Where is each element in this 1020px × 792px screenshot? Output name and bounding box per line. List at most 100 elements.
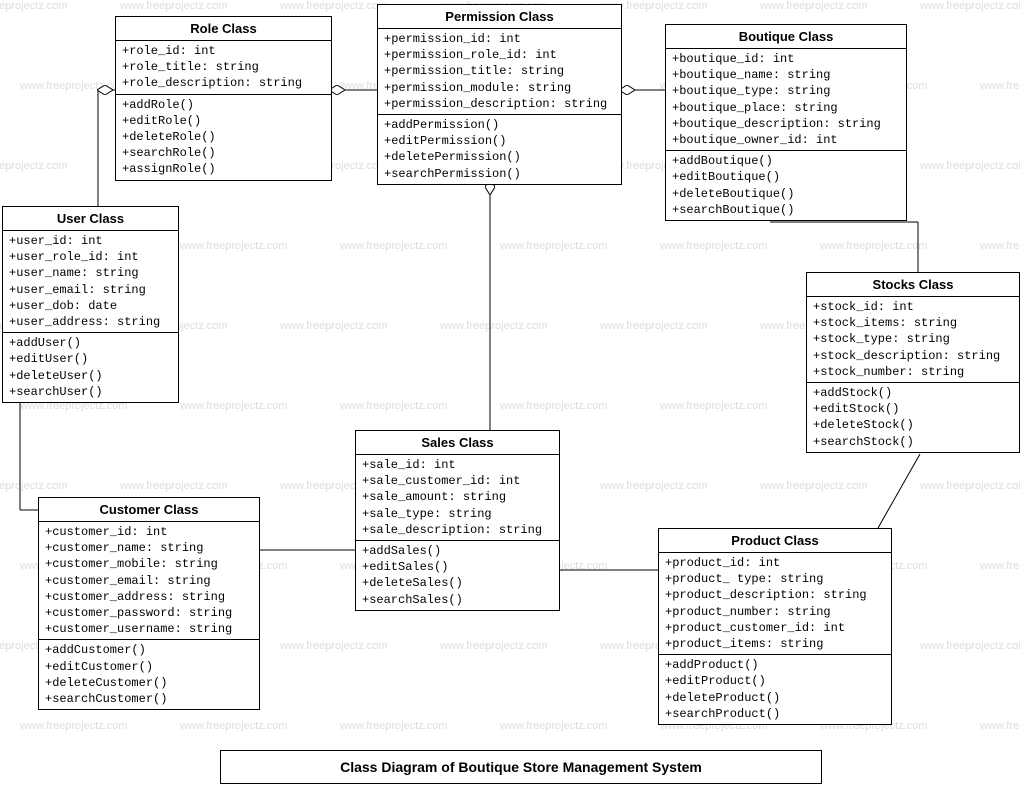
class-member: +product_ type: string xyxy=(665,571,885,587)
class-member: +sale_customer_id: int xyxy=(362,473,553,489)
class-member: +role_id: int xyxy=(122,43,325,59)
class-title: Role Class xyxy=(116,17,331,41)
class-attrs: +boutique_id: int+boutique_name: string+… xyxy=(666,49,906,151)
class-member: +customer_password: string xyxy=(45,605,253,621)
class-member: +editStock() xyxy=(813,401,1013,417)
class-member: +sale_type: string xyxy=(362,506,553,522)
class-member: +product_items: string xyxy=(665,636,885,652)
class-member: +addProduct() xyxy=(665,657,885,673)
class-title: Product Class xyxy=(659,529,891,553)
class-member: +editProduct() xyxy=(665,673,885,689)
class-member: +permission_title: string xyxy=(384,63,615,79)
class-member: +deleteStock() xyxy=(813,417,1013,433)
class-ops: +addStock()+editStock()+deleteStock()+se… xyxy=(807,383,1019,452)
class-member: +deleteRole() xyxy=(122,129,325,145)
class-stocks: Stocks Class +stock_id: int+stock_items:… xyxy=(806,272,1020,453)
class-member: +customer_username: string xyxy=(45,621,253,637)
class-member: +product_id: int xyxy=(665,555,885,571)
class-member: +permission_role_id: int xyxy=(384,47,615,63)
class-member: +addRole() xyxy=(122,97,325,113)
class-ops: +addPermission()+editPermission()+delete… xyxy=(378,115,621,184)
class-member: +editSales() xyxy=(362,559,553,575)
class-member: +searchRole() xyxy=(122,145,325,161)
class-member: +searchBoutique() xyxy=(672,202,900,218)
class-member: +permission_id: int xyxy=(384,31,615,47)
class-title: Permission Class xyxy=(378,5,621,29)
class-boutique: Boutique Class +boutique_id: int+boutiqu… xyxy=(665,24,907,221)
class-member: +customer_name: string xyxy=(45,540,253,556)
class-title: Boutique Class xyxy=(666,25,906,49)
class-title: Sales Class xyxy=(356,431,559,455)
class-user: User Class +user_id: int+user_role_id: i… xyxy=(2,206,179,403)
class-member: +stock_items: string xyxy=(813,315,1013,331)
class-member: +editUser() xyxy=(9,351,172,367)
class-member: +boutique_description: string xyxy=(672,116,900,132)
class-member: +customer_email: string xyxy=(45,573,253,589)
class-member: +stock_number: string xyxy=(813,364,1013,380)
class-ops: +addProduct()+editProduct()+deleteProduc… xyxy=(659,655,891,724)
class-member: +deleteProduct() xyxy=(665,690,885,706)
class-attrs: +product_id: int+product_ type: string+p… xyxy=(659,553,891,655)
class-ops: +addBoutique()+editBoutique()+deleteBout… xyxy=(666,151,906,220)
class-member: +user_role_id: int xyxy=(9,249,172,265)
class-ops: +addUser()+editUser()+deleteUser()+searc… xyxy=(3,333,178,402)
class-member: +product_customer_id: int xyxy=(665,620,885,636)
class-member: +boutique_owner_id: int xyxy=(672,132,900,148)
class-member: +stock_description: string xyxy=(813,348,1013,364)
class-member: +product_number: string xyxy=(665,604,885,620)
class-member: +addBoutique() xyxy=(672,153,900,169)
class-member: +deleteUser() xyxy=(9,368,172,384)
class-member: +deletePermission() xyxy=(384,149,615,165)
class-member: +addStock() xyxy=(813,385,1013,401)
class-member: +sale_amount: string xyxy=(362,489,553,505)
class-title: Customer Class xyxy=(39,498,259,522)
class-member: +user_id: int xyxy=(9,233,172,249)
class-member: +searchSales() xyxy=(362,592,553,608)
class-member: +deleteSales() xyxy=(362,575,553,591)
class-member: +role_title: string xyxy=(122,59,325,75)
class-member: +product_description: string xyxy=(665,587,885,603)
class-title: User Class xyxy=(3,207,178,231)
class-member: +addCustomer() xyxy=(45,642,253,658)
class-member: +searchUser() xyxy=(9,384,172,400)
class-ops: +addRole()+editRole()+deleteRole()+searc… xyxy=(116,95,331,180)
class-member: +sale_id: int xyxy=(362,457,553,473)
class-member: +role_description: string xyxy=(122,75,325,91)
class-member: +boutique_place: string xyxy=(672,100,900,116)
class-member: +user_dob: date xyxy=(9,298,172,314)
class-member: +permission_description: string xyxy=(384,96,615,112)
class-attrs: +permission_id: int+permission_role_id: … xyxy=(378,29,621,115)
class-member: +user_name: string xyxy=(9,265,172,281)
class-permission: Permission Class +permission_id: int+per… xyxy=(377,4,622,185)
class-member: +addPermission() xyxy=(384,117,615,133)
class-member: +addUser() xyxy=(9,335,172,351)
class-role: Role Class +role_id: int+role_title: str… xyxy=(115,16,332,181)
class-member: +addSales() xyxy=(362,543,553,559)
class-member: +boutique_id: int xyxy=(672,51,900,67)
class-member: +boutique_type: string xyxy=(672,83,900,99)
class-ops: +addSales()+editSales()+deleteSales()+se… xyxy=(356,541,559,610)
class-sales: Sales Class +sale_id: int+sale_customer_… xyxy=(355,430,560,611)
class-member: +deleteBoutique() xyxy=(672,186,900,202)
class-member: +boutique_name: string xyxy=(672,67,900,83)
class-member: +user_address: string xyxy=(9,314,172,330)
class-attrs: +stock_id: int+stock_items: string+stock… xyxy=(807,297,1019,383)
class-attrs: +sale_id: int+sale_customer_id: int+sale… xyxy=(356,455,559,541)
class-member: +stock_type: string xyxy=(813,331,1013,347)
diagram-caption: Class Diagram of Boutique Store Manageme… xyxy=(220,750,822,784)
class-member: +stock_id: int xyxy=(813,299,1013,315)
class-member: +editPermission() xyxy=(384,133,615,149)
class-member: +searchStock() xyxy=(813,434,1013,450)
class-attrs: +role_id: int+role_title: string+role_de… xyxy=(116,41,331,95)
class-member: +deleteCustomer() xyxy=(45,675,253,691)
class-member: +permission_module: string xyxy=(384,80,615,96)
class-member: +customer_address: string xyxy=(45,589,253,605)
class-product: Product Class +product_id: int+product_ … xyxy=(658,528,892,725)
class-ops: +addCustomer()+editCustomer()+deleteCust… xyxy=(39,640,259,709)
class-member: +searchProduct() xyxy=(665,706,885,722)
class-member: +sale_description: string xyxy=(362,522,553,538)
class-member: +editRole() xyxy=(122,113,325,129)
class-member: +customer_mobile: string xyxy=(45,556,253,572)
class-attrs: +user_id: int+user_role_id: int+user_nam… xyxy=(3,231,178,333)
class-attrs: +customer_id: int+customer_name: string+… xyxy=(39,522,259,640)
